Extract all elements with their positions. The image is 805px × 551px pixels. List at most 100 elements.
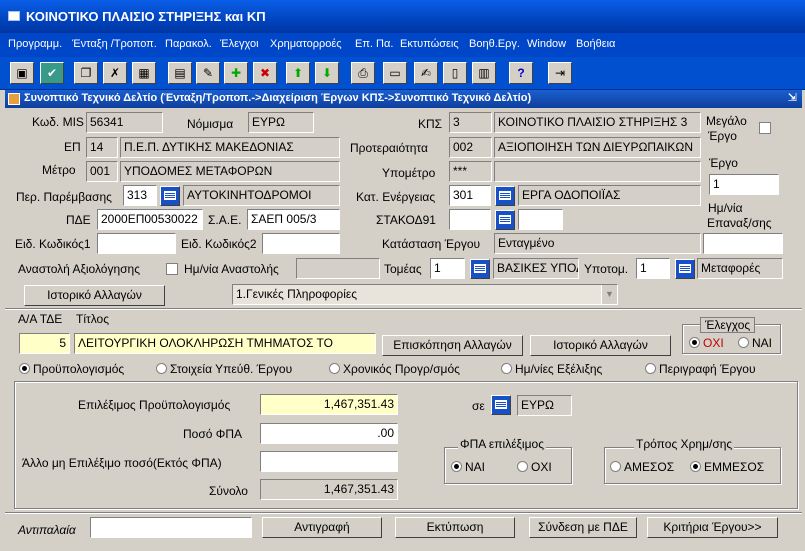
delete-icon[interactable]: ✖ <box>253 62 277 84</box>
save-icon[interactable]: ▣ <box>10 62 34 84</box>
tde-title-field[interactable]: ΛΕΙΤΟΥΡΓΙΚΗ ΟΛΟΚΛΗΡΩΣΗ ΤΜΗΜΑΤΟΣ ΤΟ <box>74 333 376 354</box>
menu-voitheia[interactable]: Βοήθεια <box>576 38 615 50</box>
special-code2-field[interactable] <box>262 233 340 254</box>
history-button-tde[interactable]: Ιστορικό Αλλαγών <box>530 335 671 356</box>
reapproval-date-field[interactable] <box>703 233 783 254</box>
menu-parakol[interactable]: Παρακολ. <box>165 38 212 50</box>
priority-code-field[interactable]: 002 <box>449 137 492 158</box>
copy-icon[interactable]: ❐ <box>74 62 98 84</box>
tab-select-dropdown[interactable]: 1.Γενικές Πληροφορίες ▼ <box>232 284 618 305</box>
history-button-top[interactable]: Ιστορικό Αλλαγών <box>24 285 165 306</box>
project-label: Έργο <box>709 156 738 170</box>
menu-entaxi[interactable]: Ένταξη /Τροποπ. <box>72 38 157 50</box>
vat-yes-radio[interactable] <box>451 461 462 472</box>
mis-field[interactable]: 56341 <box>86 112 163 133</box>
list-of-values-icon[interactable] <box>160 186 180 206</box>
document-icon[interactable]: ▯ <box>443 62 467 84</box>
copy-button[interactable]: Αντιγραφή <box>262 517 382 538</box>
kps-name-field[interactable]: ΚΟΙΝΟΤΙΚΟ ΠΛΑΙΣΙΟ ΣΤΗΡΙΞΗΣ 3 <box>494 112 701 133</box>
finance-direct-label: ΑΜΕΣΟΣ <box>624 460 675 474</box>
finance-indirect-radio[interactable] <box>690 461 701 472</box>
arrow-down-icon[interactable]: ⬇ <box>315 62 339 84</box>
intervention-code-field[interactable]: 313 <box>123 185 157 206</box>
form-icon[interactable]: ▤ <box>168 62 192 84</box>
ep-name-field[interactable]: Π.Ε.Π. ΔΥΤΙΚΗΣ ΜΑΚΕΔΟΝΙΑΣ <box>120 137 340 158</box>
check-yes-radio[interactable] <box>738 337 749 348</box>
stakod-code-field[interactable] <box>449 209 491 230</box>
action-category-name-field[interactable]: ΕΡΓΑ ΟΔΟΠΟΙΪΑΣ <box>518 185 701 206</box>
check-no-radio[interactable] <box>689 337 700 348</box>
eligible-budget-field[interactable]: 1,467,351.43 <box>260 394 398 415</box>
help-icon[interactable]: ? <box>509 62 533 84</box>
vat-amount-field[interactable]: .00 <box>260 423 398 444</box>
vat-no-radio[interactable] <box>517 461 528 472</box>
app-title-bar: ΚΟΙΝΟΤΙΚΟ ΠΛΑΙΣΙΟ ΣΤΗΡΙΞΗΣ και ΚΠ <box>0 0 805 33</box>
notes-icon[interactable]: ✍ <box>414 62 438 84</box>
link-pde-button[interactable]: Σύνδεση με ΠΔΕ <box>529 517 637 538</box>
submeasure-code-field[interactable]: *** <box>449 161 492 182</box>
tab-schedule-radio[interactable] <box>329 363 340 374</box>
subsector-name-field[interactable]: Μεταφορές <box>697 258 783 279</box>
window-icon <box>8 11 20 21</box>
exit-icon[interactable]: ⇥ <box>548 62 572 84</box>
menu-programm[interactable]: Προγραμμ. <box>8 38 62 50</box>
chevron-down-icon[interactable]: ▼ <box>601 285 617 304</box>
arrow-up-icon[interactable]: ⬆ <box>286 62 310 84</box>
print-icon[interactable]: ⎙ <box>351 62 375 84</box>
clear-icon[interactable]: ✗ <box>103 62 127 84</box>
add-icon[interactable]: ✚ <box>224 62 248 84</box>
sae-field[interactable]: ΣΑΕΠ 005/3 <box>247 209 340 230</box>
edit-icon[interactable]: ✎ <box>196 62 220 84</box>
anti-field[interactable] <box>90 517 252 538</box>
menu-ektyposeis[interactable]: Εκτυπώσεις <box>400 38 459 50</box>
menu-ep-pa[interactable]: Επ. Πα. <box>355 38 393 50</box>
screen-icon[interactable]: ▭ <box>383 62 407 84</box>
list-of-values-icon[interactable] <box>470 259 490 279</box>
sector-code-field[interactable]: 1 <box>430 258 465 279</box>
priority-name-field[interactable]: ΑΞΙΟΠΟΙΗΣΗ ΤΩΝ ΔΙΕΥΡΩΠΑΙΚΩΝ <box>494 137 701 158</box>
menu-window[interactable]: Window <box>527 38 566 50</box>
measure-name-field[interactable]: ΥΠΟΔΟΜΕΣ ΜΕΤΑΦΟΡΩΝ <box>120 161 340 182</box>
ep-code-field[interactable]: 14 <box>86 137 118 158</box>
menu-elegxoi[interactable]: Έλεγχοι <box>220 38 259 50</box>
project-criteria-button[interactable]: Κριτήρια Έργου>> <box>647 517 778 538</box>
list-of-values-icon[interactable] <box>495 186 515 206</box>
project-field[interactable]: 1 <box>709 174 779 195</box>
menu-voith-erg[interactable]: Βοηθ.Εργ. <box>469 38 520 50</box>
tab-progress-dates-radio[interactable] <box>501 363 512 374</box>
pde-field[interactable]: 2000ΕΠ00530022 <box>97 209 203 230</box>
finance-direct-radio[interactable] <box>610 461 621 472</box>
calculator-icon[interactable]: ▦ <box>132 62 156 84</box>
menu-xrimatorroes[interactable]: Χρηματορροές <box>270 38 342 50</box>
list-of-values-icon[interactable] <box>675 259 695 279</box>
list-of-values-icon[interactable] <box>495 210 515 230</box>
budget-currency-field[interactable]: ΕΥΡΩ <box>517 395 572 416</box>
review-changes-button[interactable]: Επισκόπηση Αλλαγών <box>382 335 523 356</box>
list-of-values-icon[interactable] <box>491 395 511 415</box>
action-category-code-field[interactable]: 301 <box>449 185 491 206</box>
suspend-checkbox[interactable] <box>166 263 178 275</box>
tab-responsible-radio[interactable] <box>156 363 167 374</box>
big-project-checkbox[interactable] <box>759 122 771 134</box>
tab-budget-radio[interactable] <box>19 363 30 374</box>
kps-code-field[interactable]: 3 <box>449 112 492 133</box>
tde-aa-field[interactable]: 5 <box>19 333 70 354</box>
sector-name-field[interactable]: ΒΑΣΙΚΕΣ ΥΠΟΔΟΜΕΣ <box>493 258 579 279</box>
total-field[interactable]: 1,467,351.43 <box>260 479 398 500</box>
special-code1-field[interactable] <box>97 233 176 254</box>
intervention-name-field[interactable]: ΑΥΤΟΚΙΝΗΤΟΔΡΟΜΟΙ <box>183 185 340 206</box>
special-code1-label: Ειδ. Κωδικός1 <box>15 237 91 251</box>
suspend-date-field[interactable] <box>296 258 380 279</box>
print-button[interactable]: Εκτύπωση <box>395 517 515 538</box>
paste-icon[interactable]: ▥ <box>472 62 496 84</box>
submeasure-name-field[interactable] <box>494 161 701 182</box>
measure-code-field[interactable]: 001 <box>86 161 118 182</box>
tab-description-radio[interactable] <box>645 363 656 374</box>
stakod-name-field[interactable] <box>518 209 563 230</box>
currency-field[interactable]: ΕΥΡΩ <box>248 112 314 133</box>
check-icon[interactable]: ✔ <box>40 62 64 84</box>
minimize-icon[interactable]: ⇲ <box>788 91 797 104</box>
status-field[interactable]: Ενταγμένο <box>494 233 701 254</box>
subsector-code-field[interactable]: 1 <box>636 258 670 279</box>
other-amount-field[interactable] <box>260 451 398 472</box>
